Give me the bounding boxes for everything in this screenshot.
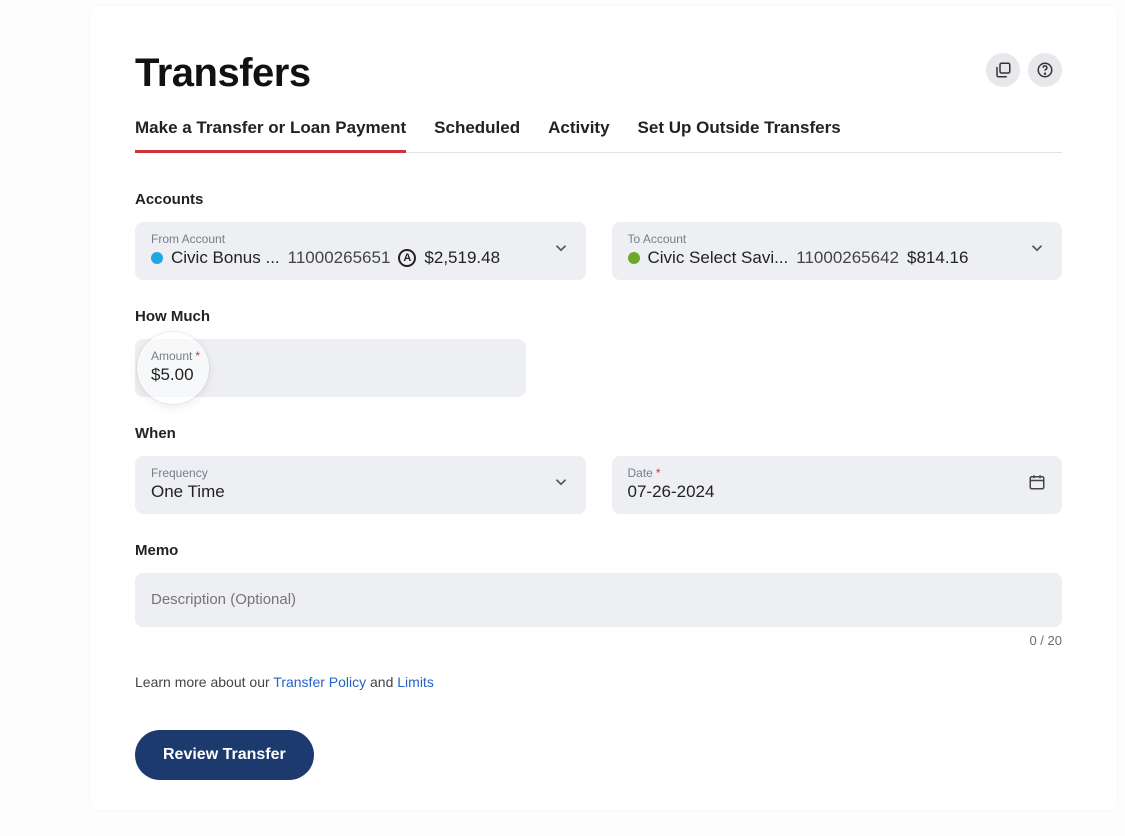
chevron-down-icon: [1018, 239, 1046, 262]
accounts-row: From Account Civic Bonus ... 11000265651…: [135, 222, 1062, 280]
review-transfer-button[interactable]: Review Transfer: [135, 730, 314, 780]
required-asterisk: *: [656, 466, 661, 480]
date-label: Date: [628, 466, 653, 480]
save-copy-icon[interactable]: [986, 53, 1020, 87]
tabs: Make a Transfer or Loan Payment Schedule…: [135, 118, 1062, 153]
to-account-color-dot: [628, 252, 640, 264]
when-section-label: When: [135, 425, 1062, 442]
chevron-down-icon: [542, 239, 570, 262]
tab-outside-transfers[interactable]: Set Up Outside Transfers: [638, 118, 841, 153]
transfers-card: Transfers Make a Transfer or Loan Paymen…: [90, 6, 1117, 810]
memo-section-label: Memo: [135, 542, 1062, 559]
from-account-name: Civic Bonus ...: [171, 248, 280, 268]
amount-label: Amount: [151, 349, 192, 363]
from-account-color-dot: [151, 252, 163, 264]
amount-field[interactable]: Amount* $5.00: [135, 339, 526, 397]
required-asterisk: *: [195, 349, 200, 363]
to-account-number: 11000265642: [796, 248, 899, 268]
frequency-select[interactable]: Frequency One Time: [135, 456, 586, 514]
from-account-select[interactable]: From Account Civic Bonus ... 11000265651…: [135, 222, 586, 280]
date-field[interactable]: Date* 07-26-2024: [612, 456, 1063, 514]
chevron-down-icon: [542, 473, 570, 496]
date-value: 07-26-2024: [628, 482, 1019, 502]
header: Transfers: [135, 51, 1062, 96]
how-much-section-label: How Much: [135, 308, 1062, 325]
memo-char-counter: 0 / 20: [135, 633, 1062, 648]
to-account-name: Civic Select Savi...: [648, 248, 789, 268]
from-account-label: From Account: [151, 232, 542, 246]
from-account-balance: $2,519.48: [424, 248, 500, 268]
header-actions: [986, 53, 1062, 87]
frequency-value: One Time: [151, 482, 542, 502]
from-account-number: 11000265651: [288, 248, 391, 268]
tab-activity[interactable]: Activity: [548, 118, 609, 153]
memo-input[interactable]: [151, 591, 1046, 608]
account-type-badge-icon: A: [398, 249, 416, 267]
transfer-policy-link[interactable]: Transfer Policy: [273, 674, 366, 690]
amount-value: $5.00: [151, 365, 510, 385]
tab-scheduled[interactable]: Scheduled: [434, 118, 520, 153]
tab-make-transfer[interactable]: Make a Transfer or Loan Payment: [135, 118, 406, 153]
frequency-label: Frequency: [151, 466, 542, 480]
to-account-label: To Account: [628, 232, 1019, 246]
help-icon[interactable]: [1028, 53, 1062, 87]
to-account-select[interactable]: To Account Civic Select Savi... 11000265…: [612, 222, 1063, 280]
page-title: Transfers: [135, 51, 311, 96]
memo-field-wrapper: [135, 573, 1062, 627]
limits-link[interactable]: Limits: [397, 674, 434, 690]
calendar-icon: [1018, 473, 1046, 496]
policy-text: Learn more about our Transfer Policy and…: [135, 674, 1062, 690]
to-account-balance: $814.16: [907, 248, 968, 268]
accounts-section-label: Accounts: [135, 191, 1062, 208]
